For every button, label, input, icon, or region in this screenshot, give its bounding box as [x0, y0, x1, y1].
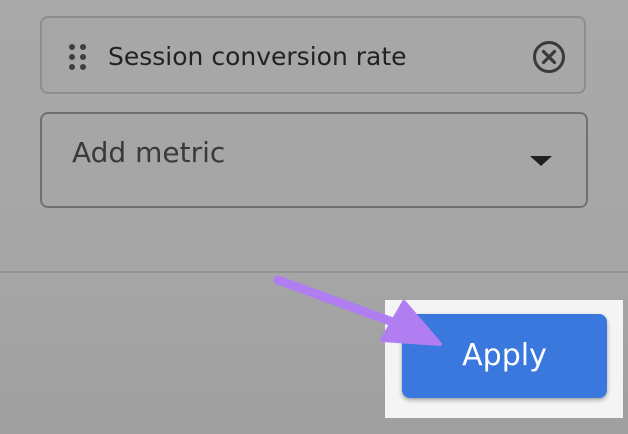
drag-handle-icon[interactable] [69, 44, 87, 70]
cancel-circle-icon[interactable] [532, 40, 566, 74]
arrow-drop-down-icon [530, 156, 552, 166]
add-metric-placeholder: Add metric [72, 136, 226, 169]
add-metric-dropdown[interactable]: Add metric [40, 112, 588, 208]
metric-chip-session-conversion-rate: Session conversion rate [40, 16, 586, 94]
metric-chip-label: Session conversion rate [108, 42, 407, 71]
pointer-arrow-icon [273, 275, 442, 346]
dimmed-page-background: Session conversion rate Add metric Apply [0, 0, 628, 434]
